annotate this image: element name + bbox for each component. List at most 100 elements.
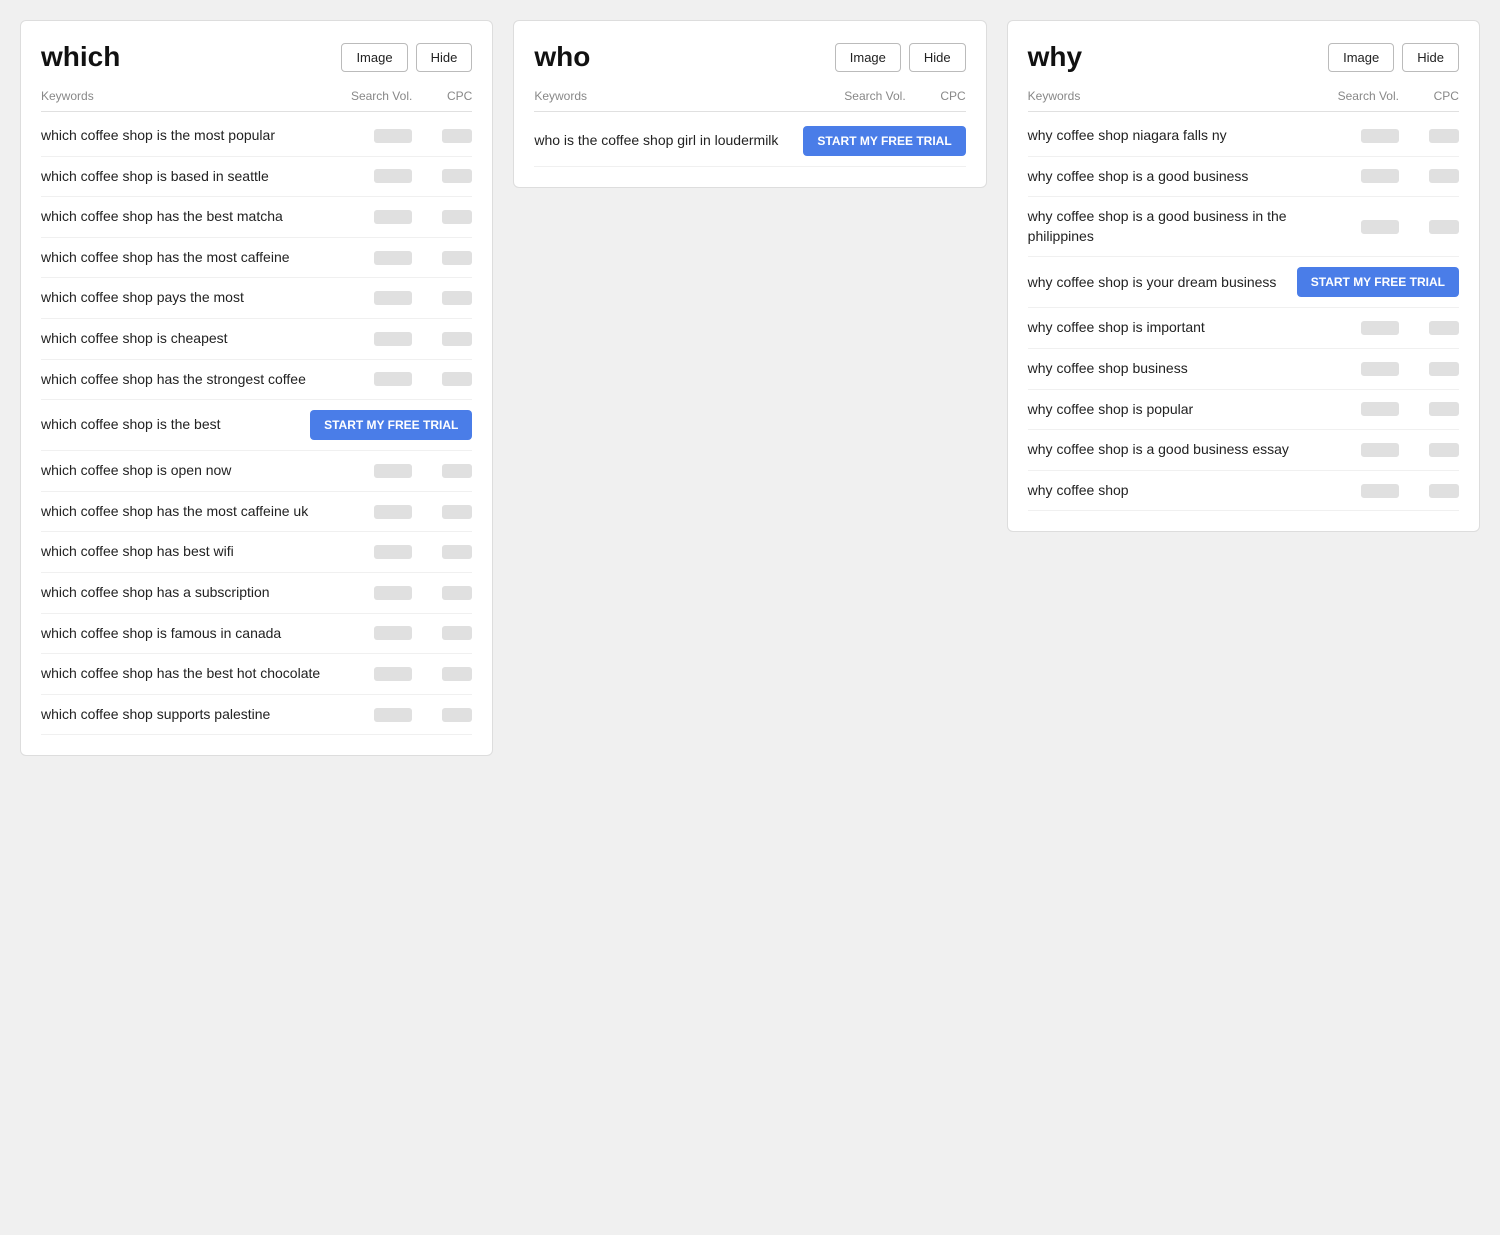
cpc-bar-which-2 <box>442 210 472 224</box>
cpc-which-3 <box>412 251 472 265</box>
keyword-row-which-9: which coffee shop has the most caffeine … <box>41 492 472 533</box>
col-header-0-why: Keywords <box>1028 89 1319 103</box>
cpc-which-0 <box>412 129 472 143</box>
search-vol-bar-which-6 <box>374 372 412 386</box>
keyword-text-why-2: why coffee shop is a good business in th… <box>1028 207 1319 246</box>
trial-cell-why-3: START MY FREE TRIAL <box>1319 267 1459 297</box>
cpc-which-4 <box>412 291 472 305</box>
search-vol-which-1 <box>332 169 412 183</box>
trial-button-why-3[interactable]: START MY FREE TRIAL <box>1297 267 1459 297</box>
search-vol-why-4 <box>1319 321 1399 335</box>
cpc-bar-why-0 <box>1429 129 1459 143</box>
trial-cell-which-7: START MY FREE TRIAL <box>332 410 472 440</box>
keyword-text-why-5: why coffee shop business <box>1028 359 1319 379</box>
keyword-row-which-8: which coffee shop is open now <box>41 451 472 492</box>
search-vol-bar-which-9 <box>374 505 412 519</box>
main-layout: whichImageHideKeywordsSearch Vol.CPCwhic… <box>20 20 1480 756</box>
keyword-row-which-7: which coffee shop is the bestSTART MY FR… <box>41 400 472 451</box>
search-vol-which-4 <box>332 291 412 305</box>
keyword-row-why-7: why coffee shop is a good business essay <box>1028 430 1459 471</box>
cpc-bar-why-6 <box>1429 402 1459 416</box>
cpc-why-5 <box>1399 362 1459 376</box>
cpc-bar-which-12 <box>442 626 472 640</box>
keyword-text-which-10: which coffee shop has best wifi <box>41 542 332 562</box>
card-header-who: whoImageHide <box>534 41 965 73</box>
cpc-bar-which-6 <box>442 372 472 386</box>
keyword-row-which-12: which coffee shop is famous in canada <box>41 614 472 655</box>
cpc-bar-why-1 <box>1429 169 1459 183</box>
col-header-2-which: CPC <box>412 89 472 103</box>
search-vol-which-11 <box>332 586 412 600</box>
hide-button-who[interactable]: Hide <box>909 43 966 72</box>
keyword-row-which-2: which coffee shop has the best matcha <box>41 197 472 238</box>
cpc-which-1 <box>412 169 472 183</box>
cpc-which-12 <box>412 626 472 640</box>
trial-cell-who-0: START MY FREE TRIAL <box>826 126 966 156</box>
cpc-bar-which-1 <box>442 169 472 183</box>
search-vol-bar-why-2 <box>1361 220 1399 234</box>
cpc-bar-which-0 <box>442 129 472 143</box>
keyword-row-which-1: which coffee shop is based in seattle <box>41 157 472 198</box>
search-vol-bar-which-2 <box>374 210 412 224</box>
keyword-text-which-14: which coffee shop supports palestine <box>41 705 332 725</box>
keyword-text-which-4: which coffee shop pays the most <box>41 288 332 308</box>
keyword-text-which-12: which coffee shop is famous in canada <box>41 624 332 644</box>
keyword-text-why-1: why coffee shop is a good business <box>1028 167 1319 187</box>
keyword-text-which-1: which coffee shop is based in seattle <box>41 167 332 187</box>
image-button-why[interactable]: Image <box>1328 43 1394 72</box>
search-vol-bar-which-14 <box>374 708 412 722</box>
cpc-why-4 <box>1399 321 1459 335</box>
search-vol-why-6 <box>1319 402 1399 416</box>
keyword-row-which-10: which coffee shop has best wifi <box>41 532 472 573</box>
keyword-row-why-0: why coffee shop niagara falls ny <box>1028 116 1459 157</box>
search-vol-bar-which-13 <box>374 667 412 681</box>
table-header-which: KeywordsSearch Vol.CPC <box>41 89 472 112</box>
image-button-which[interactable]: Image <box>341 43 407 72</box>
search-vol-which-12 <box>332 626 412 640</box>
cpc-bar-which-14 <box>442 708 472 722</box>
search-vol-why-7 <box>1319 443 1399 457</box>
table-header-who: KeywordsSearch Vol.CPC <box>534 89 965 112</box>
search-vol-bar-why-0 <box>1361 129 1399 143</box>
col-header-2-why: CPC <box>1399 89 1459 103</box>
search-vol-bar-which-12 <box>374 626 412 640</box>
search-vol-bar-why-7 <box>1361 443 1399 457</box>
cpc-bar-which-13 <box>442 667 472 681</box>
search-vol-which-8 <box>332 464 412 478</box>
keyword-row-which-0: which coffee shop is the most popular <box>41 116 472 157</box>
search-vol-bar-why-5 <box>1361 362 1399 376</box>
image-button-who[interactable]: Image <box>835 43 901 72</box>
keyword-row-which-5: which coffee shop is cheapest <box>41 319 472 360</box>
cpc-which-10 <box>412 545 472 559</box>
keyword-text-which-9: which coffee shop has the most caffeine … <box>41 502 332 522</box>
cpc-bar-why-2 <box>1429 220 1459 234</box>
card-which: whichImageHideKeywordsSearch Vol.CPCwhic… <box>20 20 493 756</box>
trial-button-who-0[interactable]: START MY FREE TRIAL <box>803 126 965 156</box>
cpc-which-11 <box>412 586 472 600</box>
cpc-bar-which-4 <box>442 291 472 305</box>
hide-button-why[interactable]: Hide <box>1402 43 1459 72</box>
search-vol-bar-why-1 <box>1361 169 1399 183</box>
cpc-bar-which-10 <box>442 545 472 559</box>
card-who: whoImageHideKeywordsSearch Vol.CPCwho is… <box>513 20 986 188</box>
trial-button-which-7[interactable]: START MY FREE TRIAL <box>310 410 472 440</box>
search-vol-which-2 <box>332 210 412 224</box>
keyword-row-why-6: why coffee shop is popular <box>1028 390 1459 431</box>
header-buttons-why: Image Hide <box>1328 43 1459 72</box>
keyword-row-why-2: why coffee shop is a good business in th… <box>1028 197 1459 257</box>
cpc-which-2 <box>412 210 472 224</box>
cpc-bar-which-8 <box>442 464 472 478</box>
keyword-row-which-6: which coffee shop has the strongest coff… <box>41 360 472 401</box>
col-header-0-who: Keywords <box>534 89 825 103</box>
search-vol-why-0 <box>1319 129 1399 143</box>
hide-button-which[interactable]: Hide <box>416 43 473 72</box>
col-header-1-why: Search Vol. <box>1319 89 1399 103</box>
cpc-bar-why-7 <box>1429 443 1459 457</box>
col-header-2-who: CPC <box>906 89 966 103</box>
search-vol-bar-which-4 <box>374 291 412 305</box>
col-header-1-who: Search Vol. <box>826 89 906 103</box>
keyword-row-why-5: why coffee shop business <box>1028 349 1459 390</box>
cpc-why-8 <box>1399 484 1459 498</box>
cpc-why-1 <box>1399 169 1459 183</box>
card-header-why: whyImageHide <box>1028 41 1459 73</box>
